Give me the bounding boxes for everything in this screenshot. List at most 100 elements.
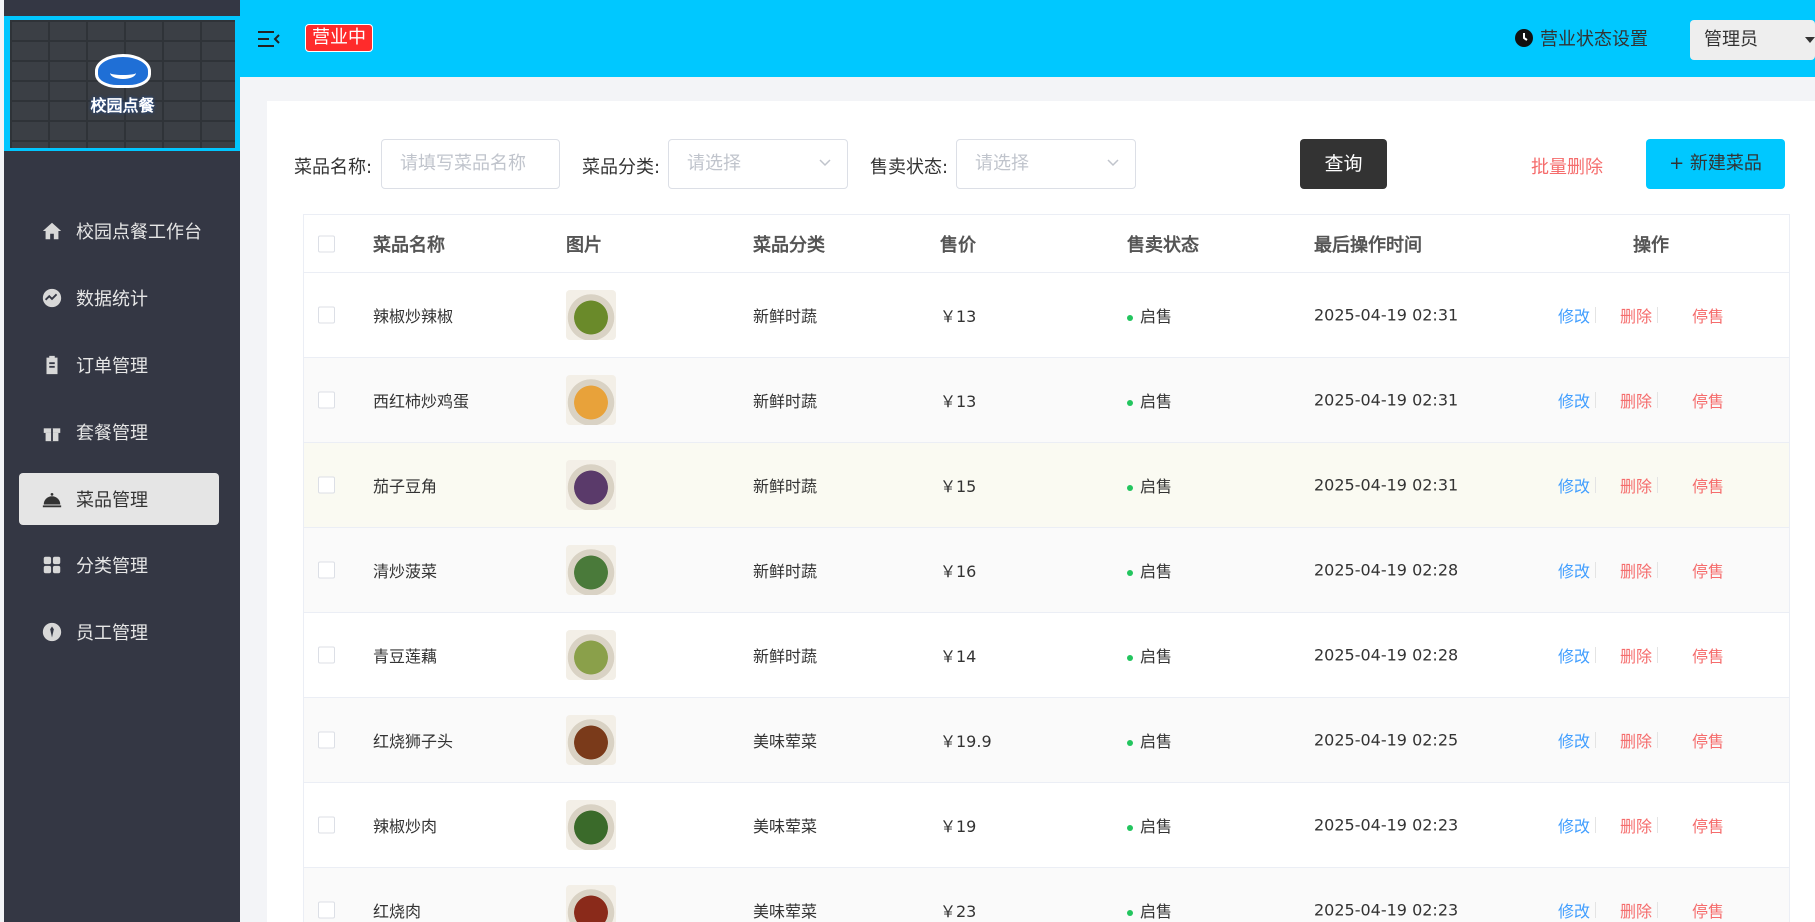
user-dropdown[interactable]: 管理员 — [1690, 20, 1815, 60]
stop-sale-link[interactable]: 停售 — [1692, 473, 1724, 497]
cell-price: ￥13 — [940, 307, 977, 326]
cell-last-updated: 2025-04-19 02:28 — [1314, 560, 1459, 580]
filter-bar: 菜品名称: 请填写菜品名称 菜品分类: 请选择 售卖状态: 请选择 查询 批量删… — [267, 139, 1815, 189]
cell-price: ￥23 — [940, 902, 977, 921]
logo: 校园点餐 — [4, 16, 240, 151]
sidebar-item-dishes[interactable]: 菜品管理 — [19, 473, 219, 525]
sidebar-item-label: 员工管理 — [76, 623, 148, 644]
user-name: 管理员 — [1704, 29, 1758, 50]
row-checkbox[interactable] — [318, 731, 335, 749]
delete-link[interactable]: 删除 — [1620, 643, 1652, 667]
row-checkbox[interactable] — [318, 561, 335, 579]
cell-price: ￥15 — [940, 477, 977, 496]
action-divider — [1657, 562, 1658, 578]
row-checkbox[interactable] — [318, 306, 335, 324]
action-divider — [1657, 392, 1658, 408]
cell-category: 美味荤菜 — [753, 732, 818, 751]
table-row: 辣椒炒肉 美味荤菜 ￥19 启售 2025-04-19 02:23 修改 删除 停售 — [304, 783, 1789, 868]
stop-sale-link[interactable]: 停售 — [1692, 643, 1724, 667]
table-row: 辣椒炒辣椒 新鲜时蔬 ￥13 启售 2025-04-19 02:31 修改 删除 停售 — [304, 273, 1789, 358]
row-checkbox[interactable] — [318, 901, 335, 919]
sale-status-label: 售卖状态: — [870, 157, 949, 178]
dish-category-select[interactable]: 请选择 — [668, 139, 848, 189]
edit-link[interactable]: 修改 — [1558, 898, 1590, 922]
delete-link[interactable]: 删除 — [1620, 813, 1652, 837]
edit-link[interactable]: 修改 — [1558, 813, 1590, 837]
logo-text: 校园点餐 — [90, 96, 155, 115]
row-checkbox[interactable] — [318, 391, 335, 409]
row-checkbox[interactable] — [318, 816, 335, 834]
header-image: 图片 — [566, 234, 602, 256]
cell-sale-status: 启售 — [1127, 898, 1172, 922]
stop-sale-link[interactable]: 停售 — [1692, 303, 1724, 327]
sidebar-item-label: 订单管理 — [76, 356, 148, 377]
sidebar-item-workbench[interactable]: 校园点餐工作台 — [19, 205, 219, 257]
sidebar-item-statistics[interactable]: 数据统计 — [19, 272, 219, 324]
edit-link[interactable]: 修改 — [1558, 388, 1590, 412]
sale-status-select[interactable]: 请选择 — [956, 139, 1136, 189]
delete-link[interactable]: 删除 — [1620, 898, 1652, 922]
table-header: 菜品名称 图片 菜品分类 售价 售卖状态 最后操作时间 操作 — [304, 215, 1789, 273]
cell-dish-name: 辣椒炒辣椒 — [373, 307, 454, 326]
sidebar-item-categories[interactable]: 分类管理 — [19, 539, 219, 591]
edit-link[interactable]: 修改 — [1558, 643, 1590, 667]
cell-dish-name: 青豆莲藕 — [373, 647, 438, 666]
select-all-checkbox[interactable] — [318, 235, 335, 252]
cell-last-updated: 2025-04-19 02:31 — [1314, 475, 1459, 495]
query-button[interactable]: 查询 — [1300, 139, 1387, 189]
home-icon — [40, 219, 64, 243]
cell-category: 美味荤菜 — [753, 817, 818, 836]
dish-name-input[interactable]: 请填写菜品名称 — [381, 139, 560, 189]
cell-price: ￥13 — [940, 392, 977, 411]
row-checkbox[interactable] — [318, 646, 335, 664]
clipboard-icon — [40, 353, 64, 377]
action-divider — [1657, 477, 1658, 493]
business-status-badge: 营业中 — [305, 24, 373, 52]
delete-link[interactable]: 删除 — [1620, 728, 1652, 752]
cell-price: ￥19 — [940, 817, 977, 836]
chevron-down-icon — [1805, 37, 1815, 43]
cell-dish-name: 辣椒炒肉 — [373, 817, 438, 836]
header-category: 菜品分类 — [753, 234, 825, 256]
action-divider — [1595, 647, 1596, 663]
batch-delete-button[interactable]: 批量删除 — [1531, 153, 1603, 179]
row-checkbox[interactable] — [318, 476, 335, 494]
stop-sale-link[interactable]: 停售 — [1692, 728, 1724, 752]
edit-link[interactable]: 修改 — [1558, 558, 1590, 582]
new-dish-button[interactable]: + 新建菜品 — [1646, 139, 1785, 189]
stop-sale-link[interactable]: 停售 — [1692, 388, 1724, 412]
cloche-icon — [40, 487, 64, 511]
cell-category: 新鲜时蔬 — [753, 477, 818, 496]
dish-image — [566, 545, 616, 595]
sidebar-item-orders[interactable]: 订单管理 — [19, 339, 219, 391]
cell-last-updated: 2025-04-19 02:25 — [1314, 730, 1459, 750]
table-row: 清炒菠菜 新鲜时蔬 ￥16 启售 2025-04-19 02:28 修改 删除 停售 — [304, 528, 1789, 613]
sidebar-item-employees[interactable]: 员工管理 — [19, 606, 219, 658]
delete-link[interactable]: 删除 — [1620, 473, 1652, 497]
edit-link[interactable]: 修改 — [1558, 303, 1590, 327]
sidebar-item-label: 分类管理 — [76, 556, 148, 577]
header-dish-name: 菜品名称 — [373, 234, 445, 256]
business-status-setting-button[interactable]: 营业状态设置 — [1514, 25, 1648, 51]
dish-image — [566, 715, 616, 765]
employee-icon — [40, 620, 64, 644]
chevron-down-icon — [819, 159, 831, 167]
cell-dish-name: 西红柿炒鸡蛋 — [373, 392, 470, 411]
stop-sale-link[interactable]: 停售 — [1692, 898, 1724, 922]
dish-category-label: 菜品分类: — [582, 157, 661, 178]
menu-toggle-icon[interactable] — [258, 29, 280, 49]
delete-link[interactable]: 删除 — [1620, 558, 1652, 582]
edit-link[interactable]: 修改 — [1558, 473, 1590, 497]
delete-link[interactable]: 删除 — [1620, 303, 1652, 327]
chevron-down-icon — [1107, 159, 1119, 167]
sidebar-item-label: 菜品管理 — [76, 490, 148, 511]
sidebar-item-combos[interactable]: 套餐管理 — [19, 406, 219, 458]
status-dot-icon — [1127, 824, 1133, 831]
cell-sale-status: 启售 — [1127, 303, 1172, 327]
delete-link[interactable]: 删除 — [1620, 388, 1652, 412]
edit-link[interactable]: 修改 — [1558, 728, 1590, 752]
stop-sale-link[interactable]: 停售 — [1692, 558, 1724, 582]
stop-sale-link[interactable]: 停售 — [1692, 813, 1724, 837]
header-sale-status: 售卖状态 — [1127, 234, 1199, 256]
table-body: 辣椒炒辣椒 新鲜时蔬 ￥13 启售 2025-04-19 02:31 修改 删除 停售 西红柿炒… — [304, 273, 1789, 922]
